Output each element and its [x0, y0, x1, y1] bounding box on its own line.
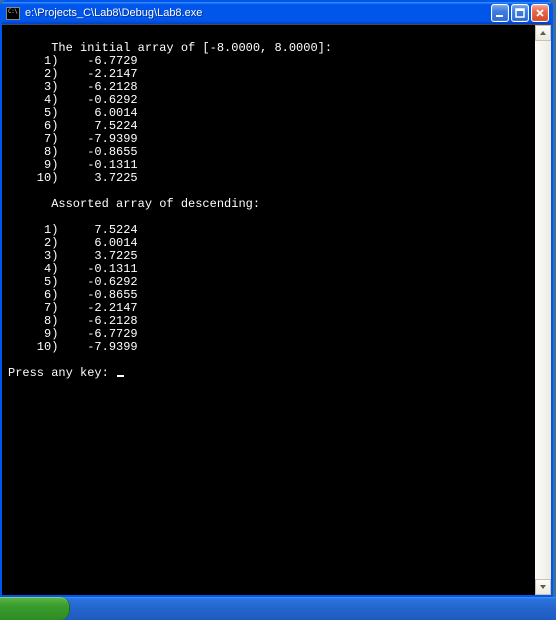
window-title: e:\Projects_C\Lab8\Debug\Lab8.exe	[25, 7, 491, 19]
window-controls	[491, 4, 549, 22]
taskbar[interactable]	[0, 597, 556, 620]
console-line: Assorted array of descending:	[8, 198, 551, 211]
close-icon	[535, 8, 545, 18]
chevron-up-icon	[539, 29, 547, 37]
close-button[interactable]	[531, 4, 549, 22]
console-prompt: Press any key:	[8, 367, 551, 380]
console-line: 10) -7.9399	[8, 341, 551, 354]
start-button[interactable]	[0, 597, 70, 620]
command-prompt-icon	[6, 7, 20, 20]
scroll-up-button[interactable]	[535, 25, 551, 41]
maximize-button[interactable]	[511, 4, 529, 22]
maximize-icon	[515, 8, 525, 18]
vertical-scrollbar[interactable]	[535, 25, 551, 595]
console-line: 10) 3.7225	[8, 172, 551, 185]
minimize-icon	[495, 8, 505, 18]
minimize-button[interactable]	[491, 4, 509, 22]
chevron-down-icon	[539, 583, 547, 591]
cursor	[117, 375, 124, 377]
console-output: The initial array of [-8.0000, 8.0000]: …	[2, 24, 551, 595]
titlebar[interactable]: e:\Projects_C\Lab8\Debug\Lab8.exe	[2, 2, 551, 24]
scrollbar-track[interactable]	[535, 41, 551, 579]
console-window: e:\Projects_C\Lab8\Debug\Lab8.exe The in…	[0, 0, 553, 597]
scroll-down-button[interactable]	[535, 579, 551, 595]
